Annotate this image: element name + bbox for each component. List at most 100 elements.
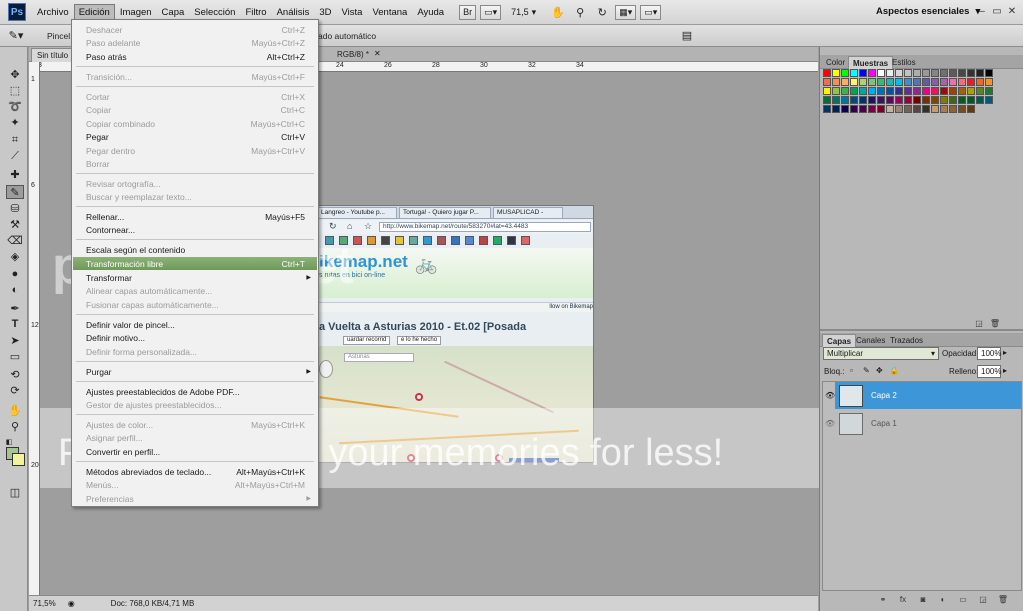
tab-estilos[interactable]: Estilos [888,56,920,69]
menu-item-definir-motivo[interactable]: Definir motivo... [73,331,317,344]
blend-mode-select[interactable]: Multiplicar ▾ [823,347,939,360]
color-swatch[interactable] [985,96,993,104]
color-swatch[interactable] [895,105,903,113]
color-swatch[interactable] [931,105,939,113]
clone-stamp-tool-icon[interactable]: ⛁ [6,201,24,215]
menu-item-purgar[interactable]: Purgar ▶ [73,365,317,378]
screen-mode-button[interactable]: ▭▾ [640,4,662,20]
color-swatch[interactable] [967,96,975,104]
layer-mask-icon[interactable]: ◙ [918,595,928,604]
color-swatch[interactable] [859,87,867,95]
color-swatch[interactable] [895,96,903,104]
swatches-grid[interactable] [823,69,1003,121]
menu-item-ajustes-color[interactable]: Ajustes de color... Mayús+Ctrl+K [73,418,317,431]
close-tab-icon[interactable]: ✕ [374,49,381,58]
layer-row[interactable]: Capa 1 [835,410,1021,437]
color-swatch[interactable] [850,96,858,104]
color-swatch[interactable] [886,87,894,95]
lasso-tool-icon[interactable]: ➰ [6,99,24,113]
menu-filtro[interactable]: Filtro [240,4,271,21]
menu-item-transicion[interactable]: Transición... Mayús+Ctrl+F [73,70,317,83]
color-swatch[interactable] [922,78,930,86]
tab-capas[interactable]: Capas [822,334,857,347]
color-swatch[interactable] [859,69,867,77]
new-layer-icon[interactable]: ◲ [978,595,988,604]
color-swatch[interactable] [841,96,849,104]
group-folder-icon[interactable]: ▭ [958,595,968,604]
marquee-tool-icon[interactable]: ⬚ [6,83,24,97]
menu-item-alinear-capas[interactable]: Alinear capas automáticamente... [73,284,317,297]
color-swatch[interactable] [922,96,930,104]
color-swatch[interactable] [832,105,840,113]
color-swatch[interactable] [859,96,867,104]
color-swatch[interactable] [940,105,948,113]
menu-item-rellenar[interactable]: Rellenar... Mayús+F5 [73,210,317,223]
color-swatch[interactable] [823,87,831,95]
color-swatch[interactable] [904,105,912,113]
move-tool-icon[interactable]: ✥ [6,67,24,81]
lock-position-icon[interactable]: ✥ [876,366,883,375]
color-swatch[interactable] [958,87,966,95]
menu-item-buscar-reemplazar[interactable]: Buscar y reemplazar texto... [73,190,317,203]
color-swatch[interactable] [940,87,948,95]
color-swatch[interactable] [841,69,849,77]
menu-ventana[interactable]: Ventana [367,4,412,21]
fill-arrow-icon[interactable]: ▸ [1003,366,1007,375]
trash-icon[interactable]: 🗑 [998,595,1008,604]
menu-item-convertir-perfil[interactable]: Convertir en perfil... [73,445,317,458]
color-swatch[interactable] [976,96,984,104]
color-swatch[interactable] [868,96,876,104]
layer-row[interactable]: Capa 2 [835,382,1021,409]
color-swatch[interactable] [841,87,849,95]
paint-bucket-tool-icon[interactable]: ◈ [6,249,24,263]
menu-seleccion[interactable]: Selección [189,4,240,21]
3d-rotate-tool-icon[interactable]: ⟲ [6,367,24,381]
color-swatch[interactable] [931,96,939,104]
color-swatch[interactable] [877,105,885,113]
dodge-tool-icon[interactable]: ◐ [6,283,24,297]
eye-icon[interactable]: 👁 [825,419,835,428]
color-swatch[interactable] [913,96,921,104]
path-selection-tool-icon[interactable]: ➤ [6,333,24,347]
zoom-level[interactable]: 71,5 ▾ [511,7,536,18]
color-swatch[interactable] [904,69,912,77]
color-swatch[interactable] [895,69,903,77]
color-swatch[interactable] [823,105,831,113]
blur-tool-icon[interactable]: ● [6,267,24,281]
color-swatch[interactable] [877,78,885,86]
shape-tool-icon[interactable]: ▭ [6,349,24,363]
color-swatch[interactable] [931,78,939,86]
color-swatch[interactable] [949,87,957,95]
color-swatch[interactable] [868,69,876,77]
bridge-button[interactable]: Br [459,4,477,20]
menu-archivo[interactable]: Archivo [32,4,74,21]
link-layers-icon[interactable]: ⚭ [878,595,888,604]
menu-item-ajustes-pdf[interactable]: Ajustes preestablecidos de Adobe PDF... [73,385,317,398]
color-swatch[interactable] [868,87,876,95]
color-swatch[interactable] [985,87,993,95]
hand-tool-icon[interactable]: ✋ [550,5,566,19]
menu-item-preferencias[interactable]: Preferencias ▶ [73,492,317,505]
rotate-view-icon[interactable]: ↻ [594,5,610,19]
color-swatch[interactable] [967,78,975,86]
menu-item-deshacer[interactable]: Deshacer Ctrl+Z [73,23,317,36]
color-swatch[interactable] [850,78,858,86]
color-swatch[interactable] [895,87,903,95]
color-swatch[interactable] [949,105,957,113]
color-swatch[interactable] [940,78,948,86]
color-swatch[interactable] [976,78,984,86]
color-swatch[interactable] [832,96,840,104]
lock-transparency-icon[interactable]: ▫ [850,366,853,375]
color-swatch[interactable] [922,69,930,77]
menu-item-revisar-ortografia[interactable]: Revisar ortografía... [73,177,317,190]
workspace-switcher[interactable]: Aspectos esenciales ▾ [876,6,980,17]
color-swatch[interactable] [832,69,840,77]
color-swatch[interactable] [940,96,948,104]
menu-item-borrar[interactable]: Borrar [73,157,317,170]
color-swatch[interactable] [967,87,975,95]
close-icon[interactable]: ✕ [1005,5,1019,17]
pen-tool-icon[interactable]: ✒ [6,301,24,315]
color-swatch[interactable] [886,105,894,113]
color-swatch[interactable] [823,96,831,104]
color-swatch[interactable] [904,78,912,86]
